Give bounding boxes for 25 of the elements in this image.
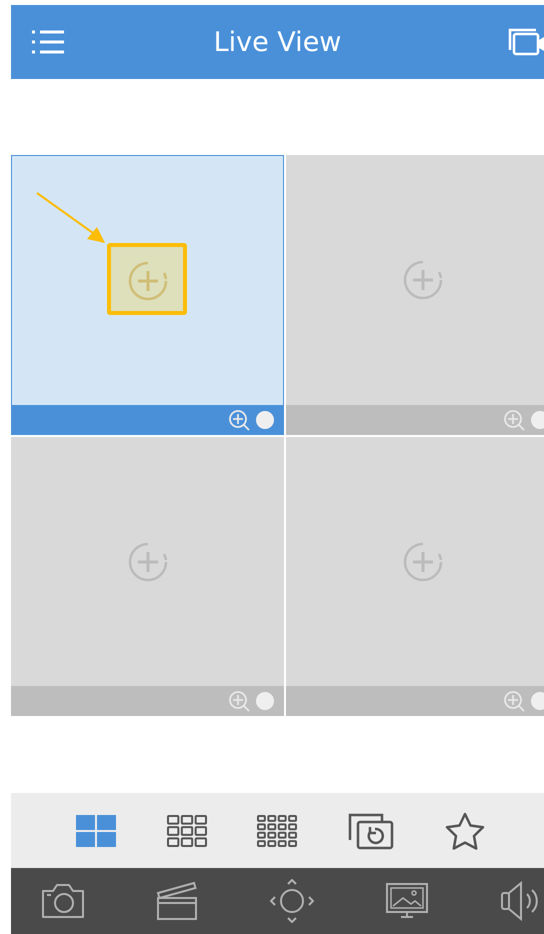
zoom-in-icon[interactable] (228, 409, 250, 431)
grid-3x3-icon[interactable] (166, 814, 207, 846)
star-icon[interactable] (444, 812, 485, 850)
zoom-in-icon[interactable] (503, 409, 525, 431)
status-dot (531, 411, 544, 429)
video-tile[interactable] (11, 437, 284, 686)
grid-2x2-icon[interactable] (76, 814, 116, 846)
ptz-direction-icon[interactable] (270, 879, 314, 923)
status-dot (256, 692, 274, 710)
video-tile[interactable] (286, 437, 544, 686)
status-dot (531, 692, 544, 710)
sequence-icon[interactable] (348, 812, 394, 850)
menu-icon[interactable] (31, 29, 65, 55)
pointer-arrow (35, 191, 107, 245)
zoom-in-icon[interactable] (228, 690, 250, 712)
zoom-in-icon[interactable] (503, 690, 525, 712)
monitor-picture-icon[interactable] (384, 882, 429, 920)
camera-icon[interactable] (41, 883, 85, 919)
page-title: Live View (214, 26, 342, 58)
grid-4x4-icon[interactable] (257, 814, 298, 846)
video-tile[interactable] (286, 155, 544, 405)
video-camera-icon[interactable] (508, 28, 544, 56)
video-tile[interactable] (11, 155, 284, 405)
status-dot (256, 411, 274, 429)
clapperboard-icon[interactable] (156, 881, 198, 921)
